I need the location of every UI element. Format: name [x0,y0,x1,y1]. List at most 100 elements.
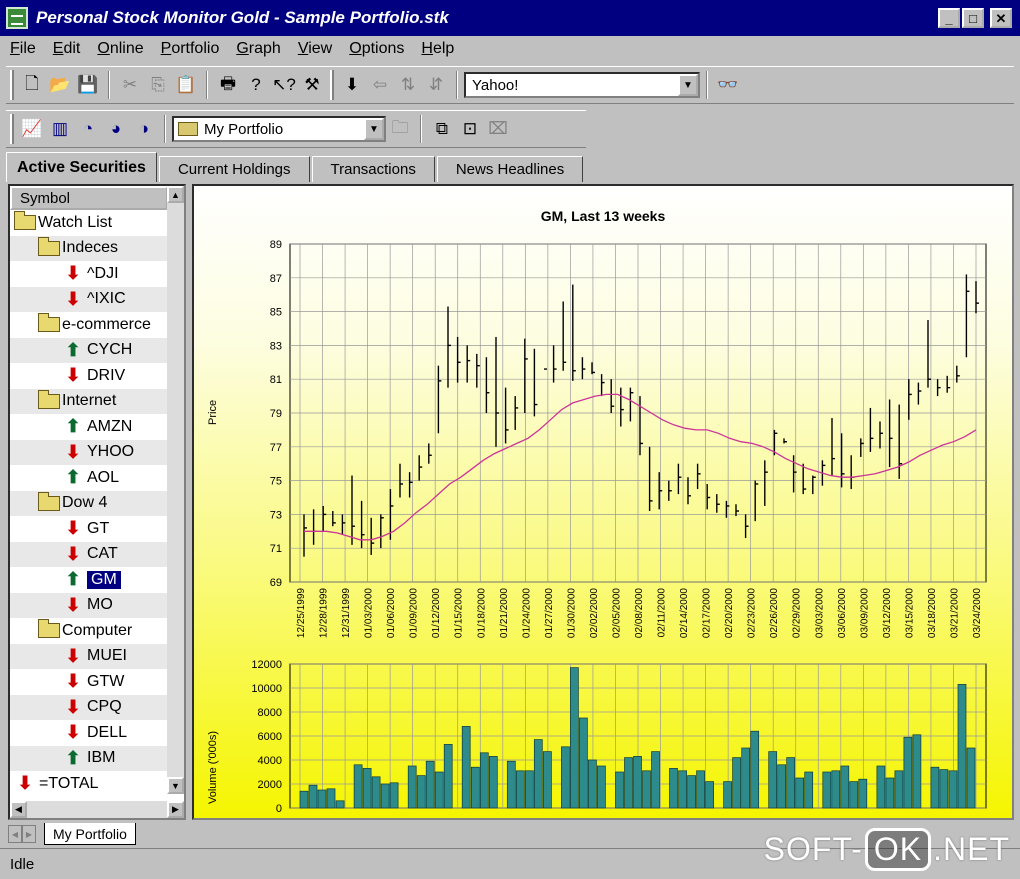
scroll-down-icon[interactable]: ▼ [167,777,184,794]
menu-view[interactable]: View [298,40,332,58]
tools-icon[interactable]: ⚒ [298,71,326,99]
tree-row[interactable]: ⬇ =TOTAL [10,771,168,797]
stop-icon[interactable]: ⇦ [366,71,394,99]
tab-news-headlines[interactable]: News Headlines [436,156,584,182]
y-tick-label: 77 [270,442,282,454]
tree-row[interactable]: Computer [10,618,168,644]
tree-row[interactable]: ⬆ IBM [10,745,168,771]
save-icon[interactable]: 💾 [74,71,102,99]
scroll-up-icon[interactable]: ▲ [167,186,184,203]
symbol-column-header[interactable]: Symbol [10,186,168,210]
tree-row[interactable]: ⬆ CYCH [10,337,168,363]
chevron-down-icon[interactable]: ▼ [364,118,384,140]
pie-multi-icon[interactable]: ◕ [102,115,130,143]
pie-chart-icon[interactable]: ◔ [74,115,102,143]
y-axis-label: Price [207,400,219,425]
y-tick-label: 85 [270,307,282,319]
tree-row[interactable]: Internet [10,388,168,414]
volume-tick-label: 2000 [258,779,282,791]
tree-vertical-scrollbar[interactable]: ▲ ▼ [167,186,184,794]
binoculars-icon[interactable]: 👓 [714,71,742,99]
tree-row[interactable]: ⬆ GM [10,567,168,593]
scroll-left-icon[interactable]: ◀ [10,801,27,818]
tree-row[interactable]: ⬇ CAT [10,541,168,567]
tree-row[interactable]: ⬇ GTW [10,669,168,695]
volume-bar [885,777,895,809]
tree-row[interactable]: ⬇ GT [10,516,168,542]
close-button[interactable]: ✕ [990,8,1012,28]
tree-row[interactable]: ⬇ MO [10,592,168,618]
tab-active-securities[interactable]: Active Securities [6,152,157,182]
cut-icon[interactable]: ✂ [116,71,144,99]
tree-row[interactable]: ⬇ CPQ [10,694,168,720]
tree-row[interactable]: ⬆ AOL [10,465,168,491]
volume-bar [939,769,949,809]
tree-row[interactable]: ⬇ DELL [10,720,168,746]
menu-graph[interactable]: Graph [236,40,280,58]
menu-help[interactable]: Help [421,40,454,58]
volume-bar [425,760,435,809]
source-combo[interactable]: Yahoo! ▼ [464,72,700,98]
x-tick-label: 01/15/2000 [454,588,465,638]
menu-portfolio[interactable]: Portfolio [161,40,220,58]
pie-detail-icon[interactable]: ◑ [130,115,158,143]
tree-row[interactable]: ⬇ ^DJI [10,261,168,287]
bar-chart-icon[interactable]: ▥ [46,115,74,143]
x-tick-label: 01/09/2000 [409,588,420,638]
tab-scroll-right-icon[interactable]: ▶ [22,825,36,843]
line-chart-icon[interactable]: 📈 [18,115,46,143]
portfolio-combo[interactable]: My Portfolio ▼ [172,116,386,142]
copy-icon[interactable]: ⎘ [144,71,172,99]
help-icon[interactable]: ? [242,71,270,99]
menu-online[interactable]: Online [97,40,143,58]
x-tick-label: 01/03/2000 [364,588,375,638]
menu-edit[interactable]: Edit [53,40,81,58]
maximize-button[interactable]: □ [962,8,984,28]
context-help-icon[interactable]: ↖? [270,71,298,99]
scroll-right-icon[interactable]: ▶ [167,801,184,818]
volume-bar [894,770,904,809]
volume-bar [362,768,372,809]
tree-row[interactable]: ⬇ YHOO [10,439,168,465]
watermark-left: SOFT- [763,831,863,867]
tree-row[interactable]: ⬇ MUEI [10,643,168,669]
volume-bar [795,777,805,809]
chevron-down-icon[interactable]: ▼ [678,74,698,96]
sort-asc-icon[interactable]: ⇅ [394,71,422,99]
add-security-icon[interactable]: ⧉ [428,115,456,143]
y-tick-label: 81 [270,374,282,386]
edit-security-icon[interactable]: ⊡ [456,115,484,143]
x-tick-label: 02/26/2000 [769,588,780,638]
print-icon[interactable]: 🖶 [214,71,242,99]
x-tick-label: 02/23/2000 [747,588,758,638]
tree-row-label: Computer [62,621,133,639]
delete-security-icon[interactable]: ⌧ [484,115,512,143]
tree-row[interactable]: Dow 4 [10,490,168,516]
x-tick-label: 02/02/2000 [589,588,600,638]
new-file-icon[interactable]: 🗋 [18,71,46,99]
sort-desc-icon[interactable]: ⇵ [422,71,450,99]
tab-current-holdings[interactable]: Current Holdings [158,156,310,182]
tab-transactions[interactable]: Transactions [311,156,435,182]
sheet-tab-my-portfolio[interactable]: My Portfolio [44,823,136,845]
status-text: Idle [10,855,35,873]
tree-row[interactable]: Watch List [10,210,168,236]
tree-row[interactable]: ⬇ ^IXIC [10,286,168,312]
menu-file[interactable]: File [10,40,36,58]
tree-row[interactable]: e-commerce [10,312,168,338]
tree-row[interactable]: ⬆ AMZN [10,414,168,440]
volume-bar [678,770,687,809]
minimize-button[interactable]: _ [938,8,960,28]
x-tick-label: 01/06/2000 [386,588,397,638]
tree-row[interactable]: ⬇ DRIV [10,363,168,389]
tab-scroll-left-icon[interactable]: ◀ [8,825,22,843]
x-tick-label: 01/27/2000 [544,588,555,638]
paste-icon[interactable]: 📋 [172,71,200,99]
download-quotes-icon[interactable]: ⬇ [338,71,366,99]
menu-options[interactable]: Options [349,40,404,58]
tree-horizontal-scrollbar[interactable]: ◀ ▶ [10,801,184,818]
open-portfolio-icon[interactable]: 🗀 [386,115,414,143]
tree-row-label: AOL [87,468,120,486]
tree-row[interactable]: Indeces [10,235,168,261]
open-folder-icon[interactable]: 📂 [46,71,74,99]
